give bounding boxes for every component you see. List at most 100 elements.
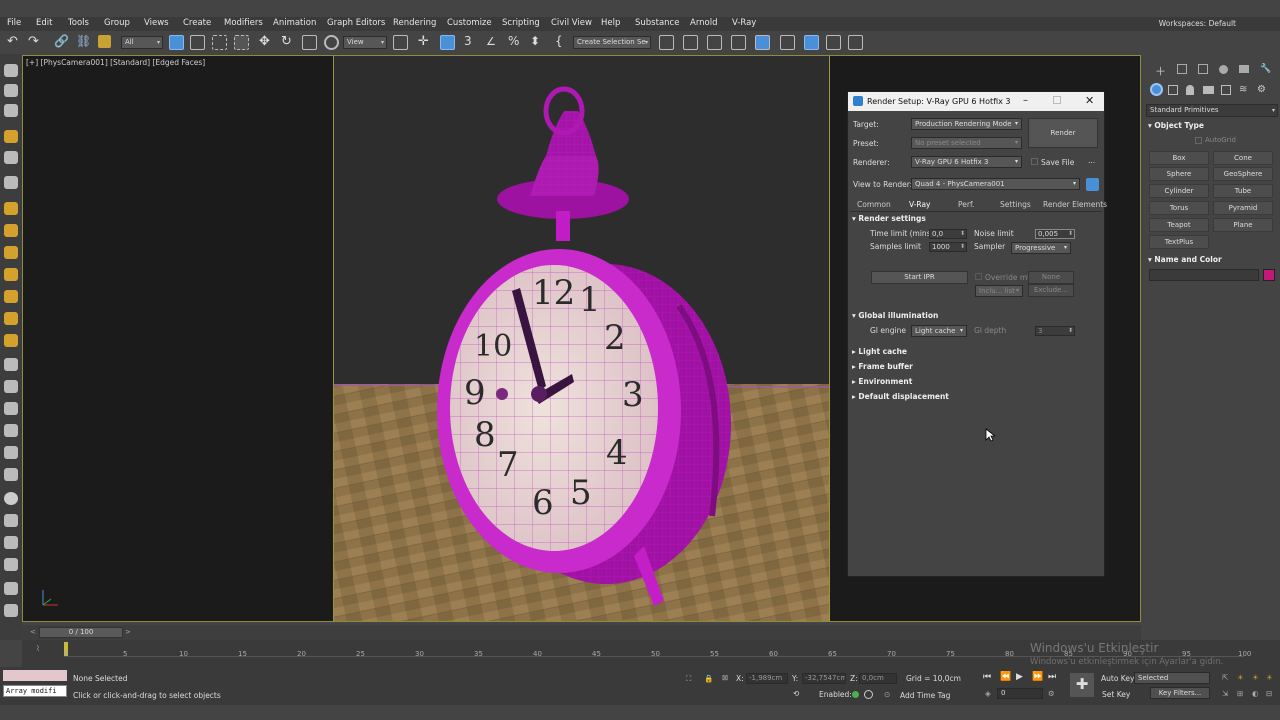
cameras-icon[interactable] — [1203, 86, 1214, 94]
light-icon-2[interactable] — [4, 224, 18, 237]
reference-coord-dropdown[interactable]: View — [343, 36, 387, 49]
shape-icon[interactable] — [4, 514, 18, 527]
placement-icon[interactable] — [324, 35, 339, 50]
set-keys-icon[interactable]: ✚ — [1070, 673, 1094, 697]
angle-snap-icon[interactable]: ∠ — [486, 35, 501, 50]
plane-button[interactable]: Plane — [1213, 218, 1273, 232]
torus-button[interactable]: Torus — [1149, 201, 1209, 215]
prev-frame-icon[interactable]: < — [30, 628, 36, 636]
helper-icon-3[interactable] — [4, 402, 18, 415]
sampler-dropdown[interactable]: Progressive — [1011, 242, 1071, 254]
next-frame-icon[interactable]: > — [125, 628, 131, 636]
environment-rollout[interactable]: ▸ Environment — [852, 376, 1100, 388]
light-icon-6[interactable] — [4, 312, 18, 325]
go-to-start-icon[interactable]: ⏮ — [983, 672, 991, 682]
time-limit-spinner[interactable]: 0,0 — [929, 229, 967, 239]
viewport-nav-icon-1[interactable]: ⇱ — [1222, 673, 1228, 682]
curve-editor-mini-icon[interactable]: ⌇ — [36, 644, 40, 653]
viewport-nav-icon-3[interactable]: ☀ — [1252, 673, 1259, 682]
gi-depth-spinner[interactable]: 3 — [1035, 326, 1075, 336]
menu-vray[interactable]: V-Ray — [732, 18, 756, 28]
tool-icon-3[interactable] — [4, 582, 18, 595]
maxscript-input[interactable]: Array modifi — [3, 685, 67, 697]
viewport-label[interactable]: [+] [PhysCamera001] [Standard] [Edged Fa… — [26, 58, 205, 67]
maxscript-listener-pink[interactable] — [3, 670, 67, 681]
renderer-dropdown[interactable]: V-Ray GPU 6 Hotfix 3 — [911, 156, 1022, 168]
exclude-button[interactable]: Exclude... — [1028, 284, 1074, 297]
menu-civil-view[interactable]: Civil View — [551, 18, 592, 28]
current-frame-spinner[interactable]: 0 — [997, 688, 1043, 699]
x-coord-field[interactable]: -1,989cm — [746, 673, 788, 684]
scene-explorer-icon[interactable] — [707, 35, 722, 50]
tab-render-elements[interactable]: Render Elements — [1043, 200, 1107, 209]
noise-limit-spinner[interactable]: 0,005 — [1035, 229, 1075, 239]
object-icon-2[interactable] — [4, 151, 18, 164]
spinner-snap-icon[interactable]: ⬍ — [530, 34, 545, 49]
cone-button[interactable]: Cone — [1213, 151, 1273, 165]
isolate-icon[interactable]: ⛶ — [686, 674, 691, 684]
time-slider[interactable]: 0 / 100 — [39, 627, 123, 638]
layer-explorer-icon[interactable] — [731, 35, 746, 50]
samples-limit-spinner[interactable]: 1000 — [929, 242, 967, 252]
next-key-icon[interactable]: ⏩ — [1032, 672, 1043, 682]
hand-icon[interactable] — [4, 446, 18, 459]
global-illumination-rollout[interactable]: ▾ Global illumination — [852, 310, 1100, 322]
object-name-input[interactable] — [1149, 269, 1259, 281]
gi-engine-dropdown[interactable]: Light cache — [911, 325, 967, 337]
rendered-frame-window-icon[interactable] — [826, 35, 841, 50]
workspace-selector[interactable]: Workspaces: Default — [1159, 19, 1236, 28]
light-icon-1[interactable] — [4, 202, 18, 215]
geosphere-button[interactable]: GeoSphere — [1213, 167, 1273, 181]
named-selection-dropdown[interactable]: Create Selection Se — [573, 36, 651, 49]
tab-vray[interactable]: V-Ray — [909, 200, 930, 209]
menu-group[interactable]: Group — [104, 18, 130, 28]
select-by-name-icon[interactable] — [190, 35, 205, 50]
box-button[interactable]: Box — [1149, 151, 1209, 165]
key-mode-dropdown[interactable]: Selected — [1134, 672, 1210, 684]
y-coord-field[interactable]: -32,7547cm — [802, 673, 846, 684]
move-icon[interactable]: ✥ — [259, 34, 274, 49]
menu-rendering[interactable]: Rendering — [393, 18, 436, 28]
orbit-icon[interactable] — [4, 84, 18, 97]
previous-key-icon[interactable]: ⏪ — [1000, 672, 1011, 682]
menu-customize[interactable]: Customize — [447, 18, 492, 28]
auto-key-button[interactable]: Auto Key — [1101, 674, 1134, 683]
render-button[interactable]: Render — [1028, 118, 1098, 148]
lock-view-icon[interactable] — [1086, 178, 1099, 191]
viewport-nav-icon-5[interactable]: ⇲ — [1222, 689, 1228, 698]
set-key-button[interactable]: Set Key — [1102, 690, 1130, 699]
light-cache-rollout[interactable]: ▸ Light cache — [852, 346, 1100, 358]
minimize-icon[interactable]: – — [1023, 95, 1028, 106]
render-settings-rollout[interactable]: ▾ Render settings — [852, 213, 1100, 225]
z-coord-field[interactable]: 0,0cm — [859, 673, 897, 684]
helper-icon-2[interactable] — [4, 380, 18, 393]
object-color-swatch[interactable] — [1263, 269, 1275, 281]
curve-editor-icon[interactable] — [780, 35, 795, 50]
window-crossing-icon[interactable] — [234, 35, 249, 50]
teapot-button[interactable]: Teapot — [1149, 218, 1209, 232]
unlink-icon[interactable]: ⛓ — [76, 34, 91, 49]
light-icon-5[interactable] — [4, 290, 18, 303]
sphere-button[interactable]: Sphere — [1149, 167, 1209, 181]
viewport-nav-icon-7[interactable]: ◐ — [1252, 689, 1259, 698]
save-file-browse[interactable]: ... — [1088, 156, 1095, 165]
pivot-center-icon[interactable] — [393, 35, 408, 50]
absolute-mode-icon[interactable]: ⊠ — [722, 673, 728, 682]
time-config-icon[interactable] — [864, 690, 873, 699]
bind-space-warp-icon[interactable] — [98, 35, 111, 48]
menu-scripting[interactable]: Scripting — [502, 18, 540, 28]
align-icon[interactable] — [683, 35, 698, 50]
light-icon-3[interactable] — [4, 246, 18, 259]
camera-view[interactable]: 12 1 2 3 4 5 6 7 8 9 10 — [333, 56, 830, 621]
viewport-nav-icon-4[interactable]: ☀ — [1266, 673, 1273, 682]
modify-tab-icon[interactable] — [1177, 64, 1187, 74]
menu-modifiers[interactable]: Modifiers — [224, 18, 263, 28]
systems-icon[interactable]: ⚙ — [1257, 84, 1266, 95]
ribbon-icon[interactable] — [755, 35, 770, 50]
viewport-layout-icon[interactable] — [4, 64, 18, 77]
display-tab-icon[interactable] — [1239, 65, 1249, 73]
undo-icon[interactable]: ↶ — [7, 34, 22, 49]
time-configuration-icon[interactable]: ⚙ — [1048, 689, 1055, 698]
menu-tools[interactable]: Tools — [68, 18, 89, 28]
light-icon-4[interactable] — [4, 268, 18, 281]
